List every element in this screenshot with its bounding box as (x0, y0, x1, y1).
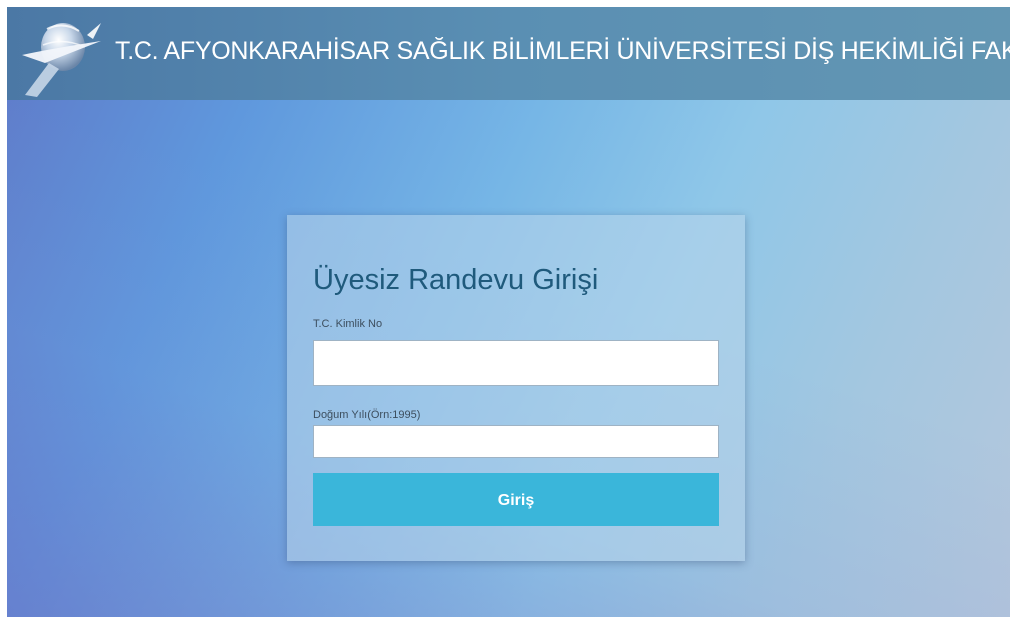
site-title: T.C. AFYONKARAHİSAR SAĞLIK BİLİMLERİ ÜNİ… (115, 37, 1010, 65)
page-background: T.C. AFYONKARAHİSAR SAĞLIK BİLİMLERİ ÜNİ… (7, 7, 1010, 617)
dogum-yili-label: Doğum Yılı(Örn:1995) (313, 409, 421, 421)
login-card: Üyesiz Randevu Girişi T.C. Kimlik No Doğ… (287, 215, 745, 561)
site-header: T.C. AFYONKARAHİSAR SAĞLIK BİLİMLERİ ÜNİ… (7, 7, 1010, 100)
tc-kimlik-input[interactable] (313, 340, 719, 386)
tc-kimlik-label: T.C. Kimlik No (313, 318, 383, 330)
giris-button[interactable]: Giriş (313, 473, 719, 526)
university-logo-icon (22, 23, 101, 97)
login-title: Üyesiz Randevu Girişi (313, 264, 599, 296)
dogum-yili-input[interactable] (313, 425, 719, 458)
